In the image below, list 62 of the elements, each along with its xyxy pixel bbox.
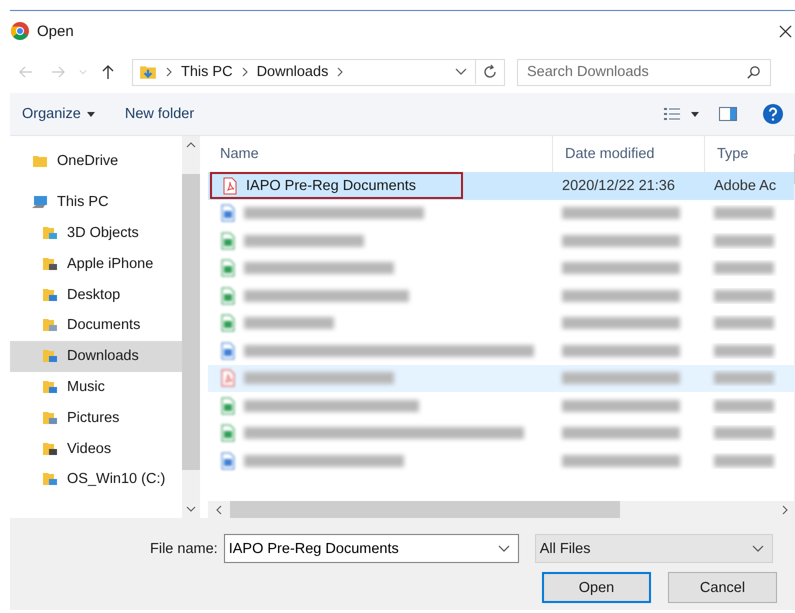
type-cell: Adobe Ac bbox=[714, 178, 776, 194]
file-row[interactable] bbox=[208, 364, 794, 392]
blurred-text bbox=[714, 262, 774, 274]
file-row[interactable]: IAPO Pre-Reg Documents 2020/12/22 21:36 Adobe Ac bbox=[208, 172, 794, 200]
column-header[interactable]: Type bbox=[705, 136, 777, 172]
date-cell: 2020/12/22 21:36 bbox=[562, 178, 675, 194]
file-type-dropdown[interactable]: All Files bbox=[534, 534, 773, 563]
preview-pane-icon[interactable] bbox=[719, 107, 737, 121]
sidebar-item[interactable]: Pictures bbox=[10, 402, 182, 434]
chevron-down-icon bbox=[498, 544, 510, 552]
window-title: Open bbox=[37, 22, 74, 40]
blurred-text bbox=[714, 290, 774, 302]
dialog-button[interactable]: Cancel bbox=[668, 572, 777, 603]
sidebar-item[interactable]: Documents bbox=[10, 310, 182, 341]
scroll-right-icon[interactable] bbox=[782, 504, 788, 514]
sidebar-item[interactable]: Videos bbox=[10, 433, 182, 464]
chevron-down-icon[interactable] bbox=[78, 68, 88, 76]
blurred-text bbox=[714, 454, 774, 467]
scroll-down-icon[interactable] bbox=[186, 506, 196, 512]
chevron-right-icon bbox=[165, 67, 173, 77]
blurred-text bbox=[714, 317, 774, 330]
close-icon[interactable] bbox=[779, 24, 792, 38]
dropdown-chevron-icon[interactable] bbox=[455, 68, 467, 76]
chevron-down-icon bbox=[752, 544, 764, 552]
sidebar-item[interactable]: Music bbox=[10, 372, 182, 402]
breadcrumb-item[interactable]: This PC bbox=[181, 64, 233, 80]
chevron-right-icon bbox=[336, 67, 344, 77]
address-bar[interactable]: This PC Downloads bbox=[132, 58, 505, 86]
blurred-text bbox=[714, 234, 774, 247]
sidebar-item[interactable]: Apple iPhone bbox=[10, 248, 182, 280]
file-name-label: File name: bbox=[150, 540, 218, 556]
browser-logo-icon bbox=[11, 22, 29, 40]
blurred-text bbox=[714, 427, 774, 440]
breadcrumb-item[interactable]: Downloads bbox=[256, 64, 328, 80]
view-options-icon[interactable] bbox=[663, 106, 681, 122]
file-name-field[interactable]: IAPO Pre-Reg Documents bbox=[224, 540, 498, 558]
sidebar-item[interactable]: OS_Win10 (C:) bbox=[10, 464, 182, 495]
search-icon bbox=[746, 64, 761, 80]
file-name: IAPO Pre-Reg Documents bbox=[246, 178, 416, 194]
toolbar-button[interactable]: New folder bbox=[112, 102, 202, 126]
forward-arrow-icon[interactable] bbox=[49, 64, 67, 80]
sidebar-item[interactable]: Downloads bbox=[10, 340, 182, 372]
file-name-combo-box[interactable]: IAPO Pre-Reg Documents bbox=[224, 534, 519, 563]
caret-icon[interactable] bbox=[691, 112, 699, 116]
vertical-scrollbar[interactable] bbox=[182, 136, 200, 518]
blurred-text bbox=[714, 400, 774, 412]
scroll-up-icon[interactable] bbox=[186, 142, 196, 148]
sidebar-item[interactable]: This PC bbox=[10, 186, 182, 218]
scroll-left-icon[interactable] bbox=[216, 504, 222, 514]
horizontal-scrollbar[interactable] bbox=[208, 501, 795, 518]
sidebar-item[interactable]: OneDrive bbox=[10, 146, 182, 177]
dialog-button[interactable]: Open bbox=[542, 572, 651, 603]
toolbar-button[interactable]: Organize bbox=[10, 102, 103, 126]
blurred-text bbox=[714, 207, 774, 220]
back-arrow-icon[interactable] bbox=[17, 64, 35, 80]
blurred-text bbox=[714, 372, 774, 384]
blurred-text bbox=[714, 344, 774, 357]
sidebar-item[interactable]: Desktop bbox=[10, 279, 182, 310]
help-icon[interactable] bbox=[763, 104, 783, 124]
sidebar-item[interactable]: 3D Objects bbox=[10, 218, 182, 248]
search-box[interactable]: Search Downloads bbox=[517, 58, 771, 86]
chevron-right-icon bbox=[240, 67, 249, 77]
